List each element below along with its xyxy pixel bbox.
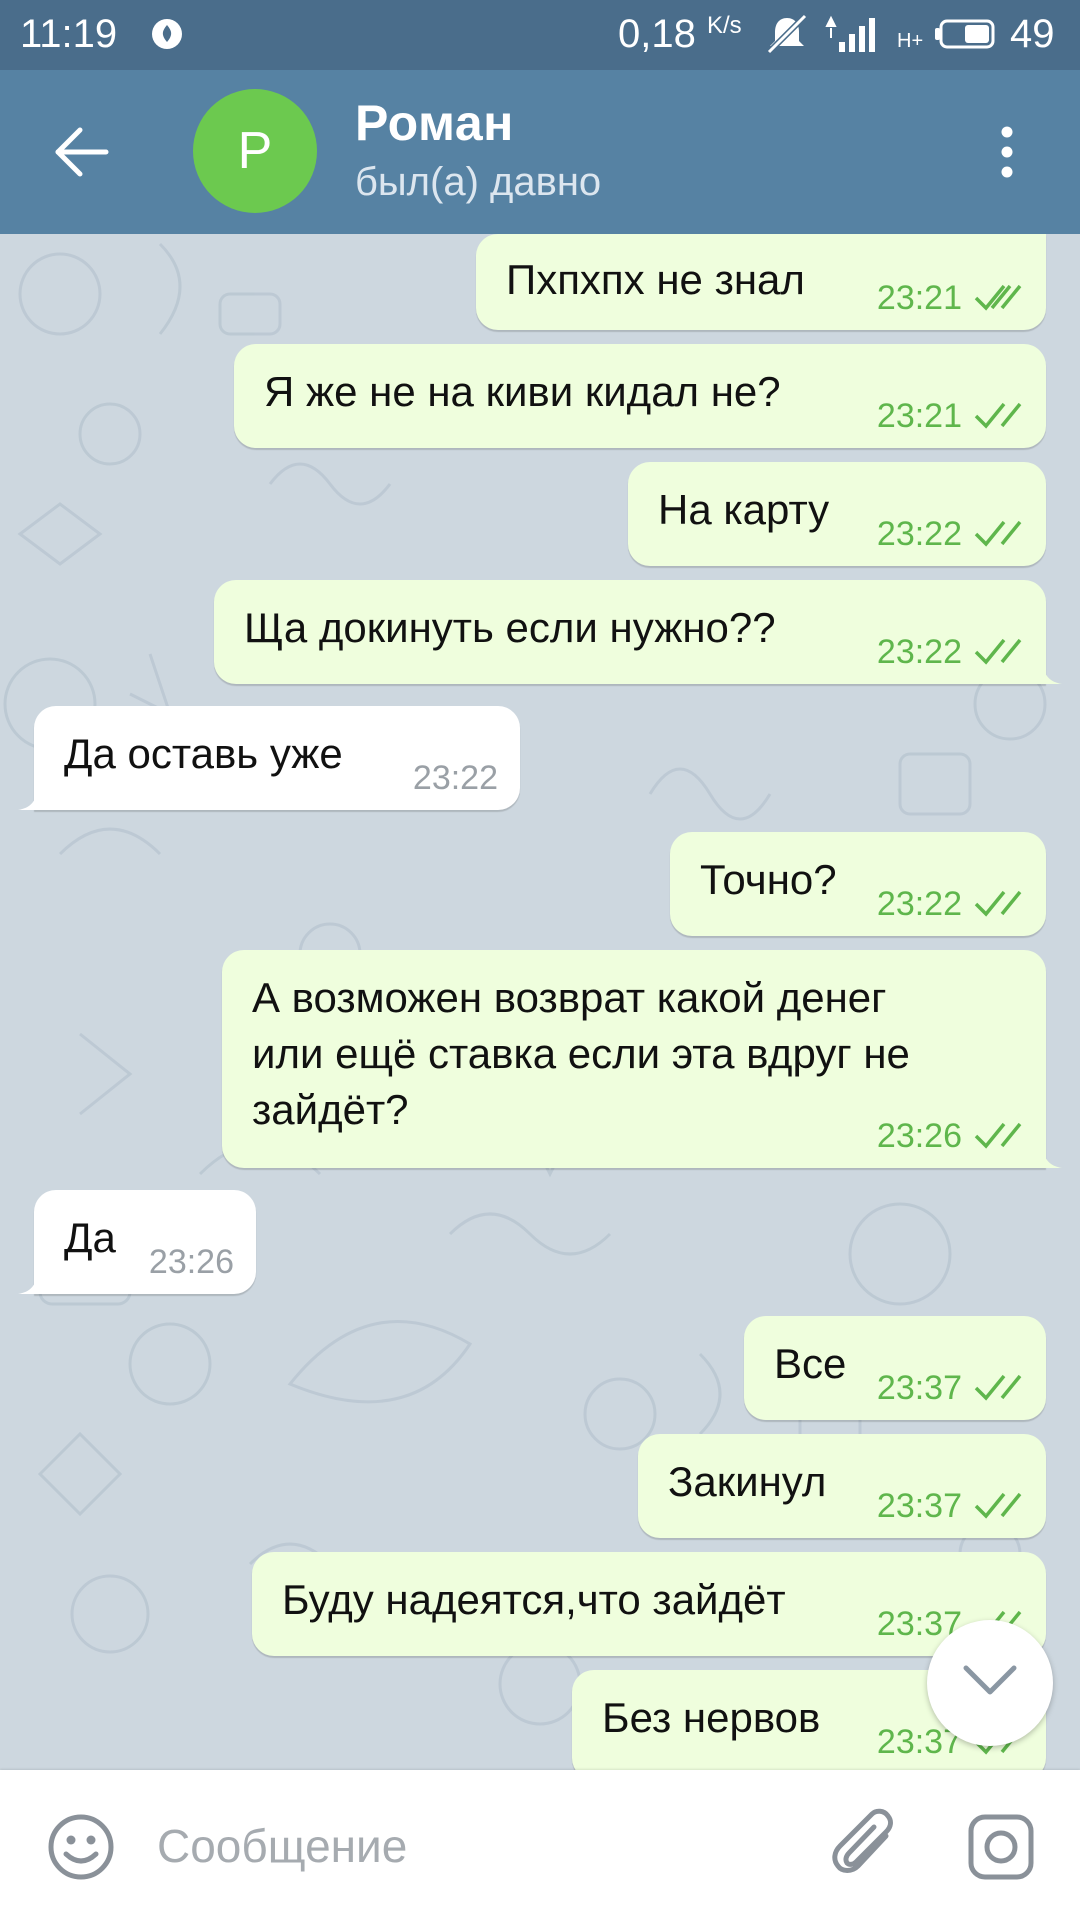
network-type: H+: [897, 30, 924, 52]
message-time: 23:21: [876, 397, 962, 435]
app-notification-icon: [152, 19, 182, 49]
chat-header: Р Роман был(а) давно: [0, 70, 1080, 234]
contact-name[interactable]: Роман: [355, 94, 514, 152]
message-bubble-incoming[interactable]: Да оставь уже 23:22: [18, 706, 520, 810]
message-list[interactable]: Пхпхпх не знал 23:21 Я же не на киви кид…: [0, 234, 1080, 1770]
notifications-muted-icon: [766, 14, 808, 54]
message-text: Да: [64, 1214, 116, 1261]
network-speed-value: 0,18: [618, 12, 696, 56]
bubble-tail: [18, 1272, 38, 1294]
bubble-tail: [18, 788, 38, 810]
message-text: На карту: [658, 486, 830, 533]
message-text-line: зайдёт?: [252, 1086, 409, 1133]
message-time: 23:22: [876, 515, 962, 553]
message-time: 23:37: [876, 1487, 962, 1525]
message-time: 23:22: [412, 759, 498, 797]
contact-avatar[interactable]: Р: [193, 89, 317, 213]
message-bubble-outgoing[interactable]: Буду надеятся,что зайдёт 23:37: [252, 1552, 1046, 1656]
contact-last-seen: был(а) давно: [355, 160, 602, 204]
double-check-icon: [974, 1492, 1022, 1519]
status-time: 11:19: [20, 12, 118, 56]
message-text: Без нервов: [602, 1694, 821, 1741]
message-text: Буду надеятся,что зайдёт: [282, 1576, 786, 1623]
message-bubble-outgoing[interactable]: Я же не на киви кидал не? 23:21: [234, 344, 1046, 448]
double-check-icon: [974, 402, 1022, 429]
message-text: Ща докинуть если нужно??: [244, 604, 776, 651]
bubble-tail: [1042, 662, 1062, 684]
double-check-icon: [974, 520, 1022, 547]
network-speed-unit: K/s: [706, 12, 742, 39]
paperclip-icon[interactable]: [828, 1806, 904, 1886]
camera-icon[interactable]: [966, 1812, 1036, 1882]
double-check-icon: [974, 284, 1022, 311]
more-vertical-icon[interactable]: [992, 122, 1022, 182]
back-arrow-icon[interactable]: [52, 122, 112, 182]
message-text: Все: [774, 1340, 847, 1387]
message-text: А возможен возврат какой денег или ещё с…: [252, 970, 910, 1138]
chevron-down-icon: [963, 1665, 1017, 1695]
message-bubble-outgoing[interactable]: Точно? 23:22: [670, 832, 1046, 936]
message-time: 23:37: [876, 1369, 962, 1407]
message-text: Точно?: [700, 856, 837, 903]
message-bubble-incoming[interactable]: Да 23:26: [18, 1190, 256, 1294]
double-check-icon: [974, 1374, 1022, 1401]
double-check-icon: [974, 638, 1022, 665]
message-time: 23:22: [876, 633, 962, 671]
message-bubble-outgoing[interactable]: А возможен возврат какой денег или ещё с…: [222, 950, 1062, 1168]
message-time: 23:21: [876, 279, 962, 317]
message-bubble-outgoing[interactable]: Пхпхпх не знал 23:21: [476, 234, 1046, 330]
battery-level: 49: [1010, 12, 1055, 56]
message-bubble-outgoing[interactable]: Ща докинуть если нужно?? 23:22: [214, 580, 1062, 684]
double-check-icon: [974, 1122, 1022, 1149]
scroll-to-bottom-button[interactable]: [927, 1620, 1053, 1746]
signal-strength-icon: [825, 15, 875, 52]
message-input-bar: [0, 1770, 1080, 1920]
battery-icon: [935, 19, 995, 49]
message-text: Да оставь уже: [64, 730, 343, 777]
message-input[interactable]: [155, 1810, 799, 1882]
double-check-icon: [974, 890, 1022, 917]
message-text: Пхпхпх не знал: [506, 256, 805, 303]
message-text: Я же не на киви кидал не?: [264, 368, 781, 415]
message-time: 23:26: [876, 1117, 962, 1155]
message-text: Закинул: [668, 1458, 827, 1505]
message-bubble-outgoing[interactable]: Все 23:37: [744, 1316, 1046, 1420]
status-bar: 11:19 0,18 K/s H+ 49: [0, 0, 1080, 70]
bubble-tail: [1042, 1146, 1062, 1168]
emoji-icon[interactable]: [46, 1812, 116, 1882]
network-speed: 0,18 K/s: [618, 12, 742, 57]
message-time: 23:26: [148, 1243, 234, 1281]
message-time: 23:22: [876, 885, 962, 923]
message-text-line: А возможен возврат какой денег: [252, 974, 887, 1021]
message-text-line: или ещё ставка если эта вдруг не: [252, 1030, 910, 1077]
message-bubble-outgoing[interactable]: Закинул 23:37: [638, 1434, 1046, 1538]
message-bubble-outgoing[interactable]: На карту 23:22: [628, 462, 1046, 566]
